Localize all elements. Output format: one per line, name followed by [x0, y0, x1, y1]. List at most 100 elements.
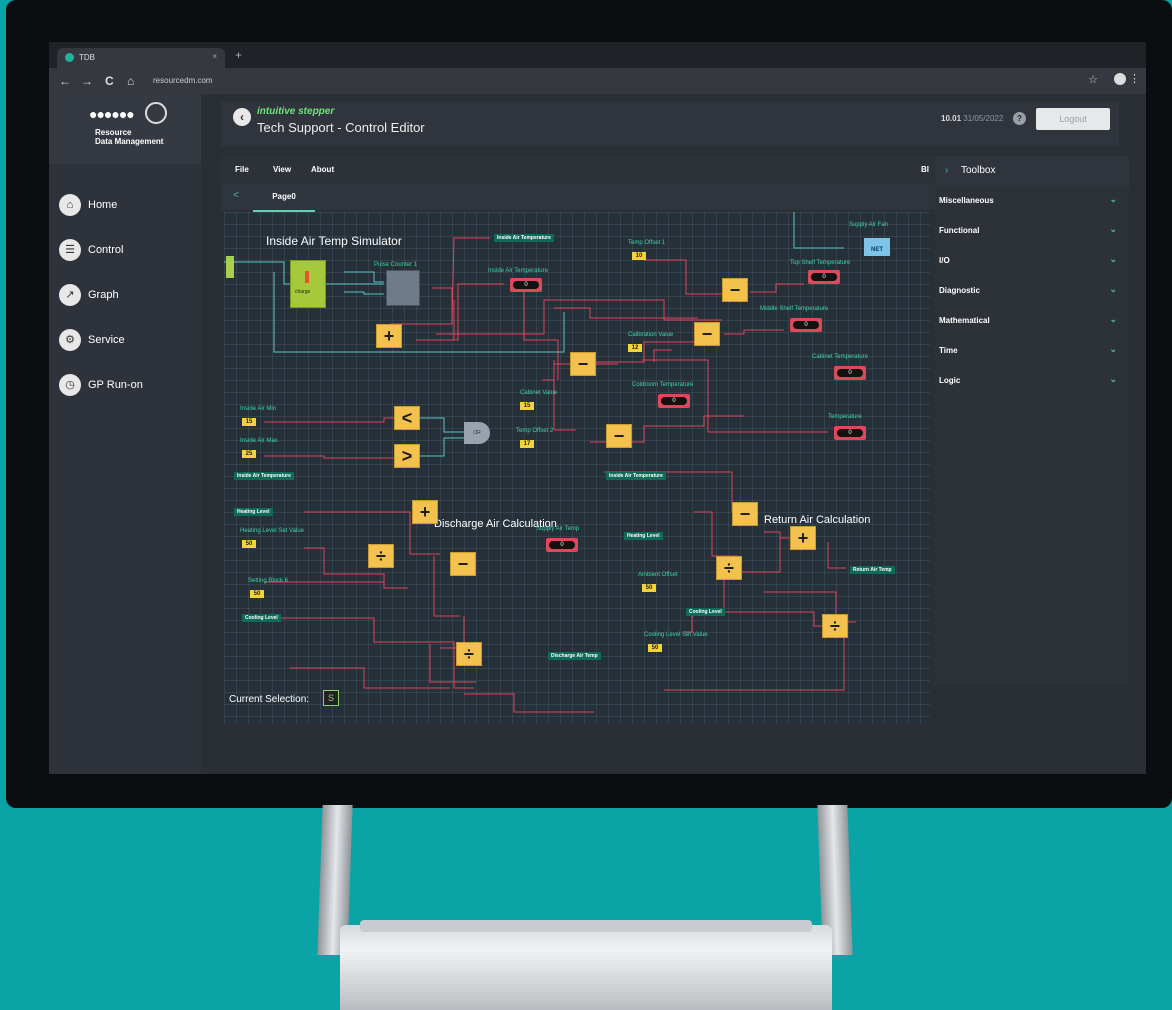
toolbox-item-functional[interactable]: Functional ⌄	[935, 216, 1121, 246]
add-block[interactable]: +	[790, 526, 816, 550]
help-button[interactable]: ?	[1013, 112, 1026, 125]
tag-cooling-level[interactable]: Cooling Level	[242, 614, 281, 622]
toolbox-item-miscellaneous[interactable]: Miscellaneous ⌄	[935, 186, 1121, 216]
sidebar-item-label: Control	[88, 244, 124, 256]
divide-block[interactable]: ÷	[716, 556, 742, 580]
browser-menu-icon[interactable]: ⋮	[1129, 72, 1140, 85]
profile-icon[interactable]	[1114, 73, 1126, 85]
toolbox-title: Toolbox	[961, 165, 996, 176]
tab-close-icon[interactable]: ×	[212, 52, 217, 61]
bookmark-star-icon[interactable]: ☆	[1088, 73, 1098, 86]
sidebar-item-home[interactable]: ⌂ Home	[59, 194, 199, 218]
menu-file[interactable]: File	[235, 165, 249, 174]
divide-block[interactable]: ÷	[822, 614, 848, 638]
tag-cooling-level-right[interactable]: Cooling Level	[686, 608, 725, 616]
display-cabinet-temp[interactable]: 0	[834, 366, 866, 380]
value-calibration[interactable]: 12	[628, 344, 642, 352]
value-cabinet[interactable]: 15	[520, 402, 534, 410]
label-top-shelf: Top Shelf Temperature	[790, 260, 851, 266]
subtract-block[interactable]: −	[450, 552, 476, 576]
menu-about[interactable]: About	[311, 165, 334, 174]
value-inside-max[interactable]: 25	[242, 450, 256, 458]
display-temperature[interactable]: 0	[834, 426, 866, 440]
tag-inside-air-temp-left[interactable]: Inside Air Temperature	[234, 472, 294, 480]
divide-block[interactable]: ÷	[368, 544, 394, 568]
back-arrow-icon[interactable]: ←	[59, 74, 71, 88]
or-gate-icon[interactable]: OR	[464, 422, 490, 444]
sidebar-item-control[interactable]: ☰ Control	[59, 239, 199, 263]
toolbox-item-logic[interactable]: Logic ⌄	[935, 366, 1121, 396]
display-value: 0	[549, 541, 575, 549]
menu-view[interactable]: View	[273, 165, 291, 174]
stand-base	[340, 925, 832, 1010]
tag-inside-air-temp[interactable]: Inside Air Temperature	[494, 234, 554, 242]
back-button[interactable]: ‹	[233, 108, 251, 126]
page-back-icon[interactable]: <	[233, 190, 239, 201]
value-offset-2[interactable]: 17	[520, 440, 534, 448]
divide-block[interactable]: ÷	[456, 642, 482, 666]
pulse-counter-block[interactable]	[386, 270, 420, 306]
browser-tab[interactable]: TDB ×	[57, 48, 225, 68]
control-canvas[interactable]: Inside Air Temp Simulator Discharge Air …	[224, 212, 930, 724]
label-calibration: Calibration Value	[628, 332, 674, 338]
toolbox-item-io[interactable]: I/O ⌄	[935, 246, 1121, 276]
toolbox-item-label: Mathematical	[939, 316, 990, 325]
toolbox-item-diagnostic[interactable]: Diagnostic ⌄	[935, 276, 1121, 306]
subtract-block[interactable]: −	[732, 502, 758, 526]
display-inside-air-temp[interactable]: 0	[510, 278, 542, 292]
toolbox-header[interactable]: › Toolbox	[935, 156, 1129, 186]
add-block[interactable]: +	[376, 324, 402, 348]
tag-inside-air-temp-right[interactable]: Inside Air Temperature	[606, 472, 666, 480]
menu-bl[interactable]: Bl	[921, 165, 929, 174]
value-cooling-set[interactable]: 50	[648, 644, 662, 652]
less-than-block[interactable]: <	[394, 406, 420, 430]
tag-heating-level-right[interactable]: Heating Level	[624, 532, 663, 540]
reload-icon[interactable]: C	[105, 74, 114, 88]
sidebar-item-service[interactable]: ⚙ Service	[59, 329, 199, 353]
forward-arrow-icon[interactable]: →	[81, 74, 93, 88]
subtract-block[interactable]: −	[722, 278, 748, 302]
label-temp-offset-1: Temp Offset 1	[628, 240, 666, 246]
current-selection-value[interactable]: S	[323, 690, 339, 706]
greater-than-block[interactable]: >	[394, 444, 420, 468]
label-inside-max: Inside Air Max	[240, 438, 278, 444]
subtract-block[interactable]: −	[694, 322, 720, 346]
screen: TDB × + ← → C ⌂ resourcedm.com ☆ ⋮ ●●●●●…	[49, 42, 1146, 774]
display-top-shelf[interactable]: 0	[808, 270, 840, 284]
toolbox-item-label: I/O	[939, 256, 950, 265]
net-block[interactable]: NET	[864, 238, 890, 256]
page-title: Tech Support - Control Editor	[257, 120, 425, 135]
home-nav-icon[interactable]: ⌂	[127, 74, 134, 88]
logout-button[interactable]: Logout	[1036, 108, 1110, 130]
logo-dots-icon: ●●●●●●	[89, 106, 135, 122]
sidebar: ●●●●●● Resource Data Management ⌂ Home ☰…	[49, 94, 201, 774]
tag-return-air-temp[interactable]: Return Air Temp	[850, 566, 895, 574]
tag-discharge-air-temp[interactable]: Discharge Air Temp	[548, 652, 601, 660]
sidebar-item-graph[interactable]: ↗ Graph	[59, 284, 199, 308]
value-inside-min[interactable]: 15	[242, 418, 256, 426]
app: ●●●●●● Resource Data Management ⌂ Home ☰…	[49, 94, 1146, 774]
sidebar-item-gp-run-on[interactable]: ◷ GP Run-on	[59, 374, 199, 398]
value-heating-set[interactable]: 50	[242, 540, 256, 548]
toolbox-item-label: Miscellaneous	[939, 196, 994, 205]
display-coldroom[interactable]: 0	[658, 394, 690, 408]
subtract-block[interactable]: −	[570, 352, 596, 376]
url-field[interactable]: resourcedm.com	[153, 73, 1073, 89]
input-stub[interactable]	[226, 256, 234, 278]
charge-block[interactable]: charge	[290, 260, 326, 308]
sidebar-item-label: GP Run-on	[88, 379, 143, 391]
value-ambient[interactable]: 50	[642, 584, 656, 592]
subtract-block[interactable]: −	[606, 424, 632, 448]
new-tab-icon[interactable]: +	[235, 48, 242, 62]
value-offset-1[interactable]: 10	[632, 252, 646, 260]
display-supply-air-temp[interactable]: 0	[546, 538, 578, 552]
toolbox-item-time[interactable]: Time ⌄	[935, 336, 1121, 366]
value-setting-block[interactable]: 50	[250, 590, 264, 598]
add-block[interactable]: +	[412, 500, 438, 524]
address-bar: ← → C ⌂ resourcedm.com ☆ ⋮	[49, 68, 1146, 94]
tag-heating-level[interactable]: Heating Level	[234, 508, 273, 516]
display-middle-shelf[interactable]: 0	[790, 318, 822, 332]
clock-icon: ◷	[59, 374, 81, 396]
tab-page0[interactable]: Page0	[253, 184, 315, 212]
toolbox-item-mathematical[interactable]: Mathematical ⌄	[935, 306, 1121, 336]
